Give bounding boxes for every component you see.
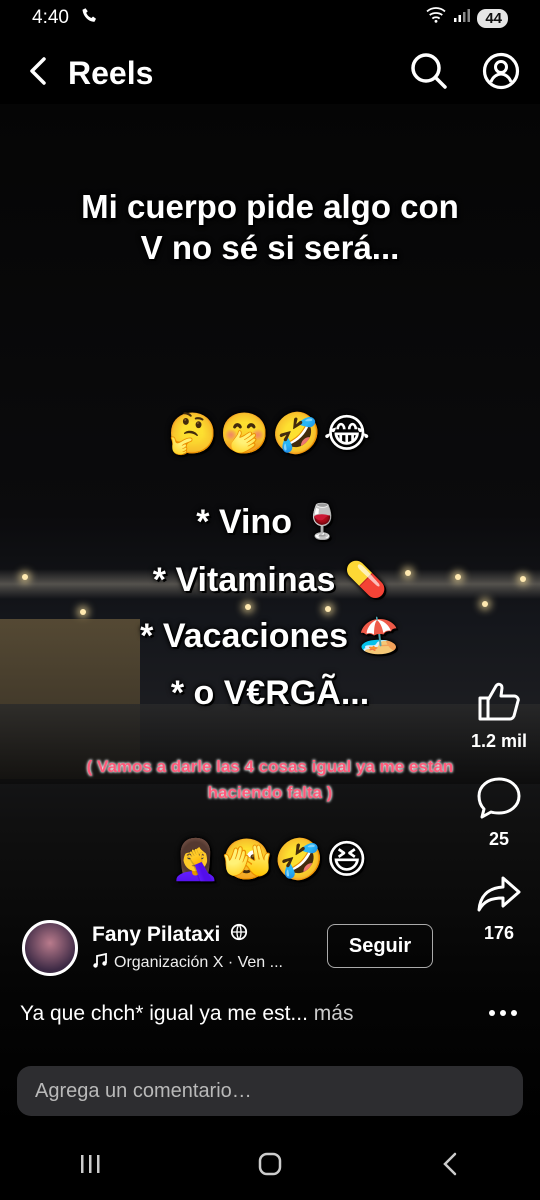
page-title: Reels: [68, 54, 154, 91]
globe-icon: [230, 923, 248, 947]
system-back-button[interactable]: [420, 1146, 480, 1186]
call-icon: [81, 6, 99, 30]
reel-list-item-other: * o V€RGÃ...: [170, 674, 370, 712]
search-button[interactable]: [408, 52, 450, 94]
reel-note: ( Vamos a darle las 4 cosas igual ya me …: [86, 757, 454, 803]
share-icon: [476, 874, 522, 919]
more-icon: [488, 998, 518, 1023]
author-name[interactable]: Fany Pilataxi: [92, 923, 283, 947]
author-row: Fany Pilataxi Organización X · Ven ... S…: [22, 918, 442, 978]
top-bar: Reels: [0, 42, 540, 104]
search-icon: [410, 52, 448, 95]
system-nav-bar: [0, 1132, 540, 1200]
profile-button[interactable]: [480, 52, 522, 94]
signal-icon: [453, 7, 471, 29]
reel-emoji-line-1: 🤔🤭🤣😂: [167, 412, 373, 456]
share-button[interactable]: 176: [476, 874, 522, 944]
more-options-button[interactable]: [488, 998, 518, 1024]
battery-indicator: 44: [477, 8, 508, 28]
comment-input[interactable]: Agrega un comentario…: [17, 1066, 523, 1116]
nav-back-icon: [440, 1151, 460, 1182]
reel-list-item-vitamins: * Vitaminas 💊: [152, 561, 388, 599]
back-icon: [26, 56, 50, 91]
like-count: 1.2 mil: [470, 731, 528, 751]
back-button[interactable]: [18, 53, 58, 93]
city-light: [80, 609, 86, 615]
follow-button[interactable]: Seguir: [327, 924, 433, 968]
status-bar: 4:40 44: [0, 0, 540, 36]
caption-text: Ya que chch* igual ya me est...: [20, 1002, 308, 1025]
side-actions: 1.2 mil 25 176: [464, 680, 534, 968]
reel-headline: Mi cuerpo pide algo con V no sé si será.…: [81, 188, 459, 267]
author-name-text: Fany Pilataxi: [92, 922, 221, 946]
home-button[interactable]: [240, 1146, 300, 1186]
city-light: [325, 606, 331, 612]
music-icon: [92, 952, 108, 974]
comment-icon: [476, 776, 522, 825]
like-button[interactable]: 1.2 mil: [471, 680, 527, 752]
avatar[interactable]: [22, 920, 78, 976]
wifi-icon: [425, 6, 447, 30]
reel-list-item-wine: * Vino 🍷: [196, 503, 344, 541]
city-light: [482, 601, 488, 607]
music-info[interactable]: Organización X · Ven ...: [92, 952, 283, 974]
status-time: 4:40: [32, 7, 69, 28]
reel-list-item-vacations: * Vacaciones 🏖️: [140, 617, 400, 655]
home-icon: [257, 1151, 283, 1182]
reel-emoji-line-2: 🤦‍♀️🫣🤣😆: [170, 838, 370, 882]
comment-button[interactable]: 25: [476, 776, 522, 850]
music-text: Organización X · Ven ...: [114, 954, 283, 971]
city-light: [245, 604, 251, 610]
caption-more-link[interactable]: más: [314, 1002, 354, 1025]
profile-icon: [482, 52, 520, 95]
share-count: 176: [483, 923, 515, 943]
comment-count: 25: [488, 829, 510, 849]
recents-icon: [78, 1153, 102, 1180]
recents-button[interactable]: [60, 1146, 120, 1186]
caption[interactable]: Ya que chch* igual ya me est... más: [20, 1002, 353, 1026]
like-icon: [476, 680, 522, 727]
